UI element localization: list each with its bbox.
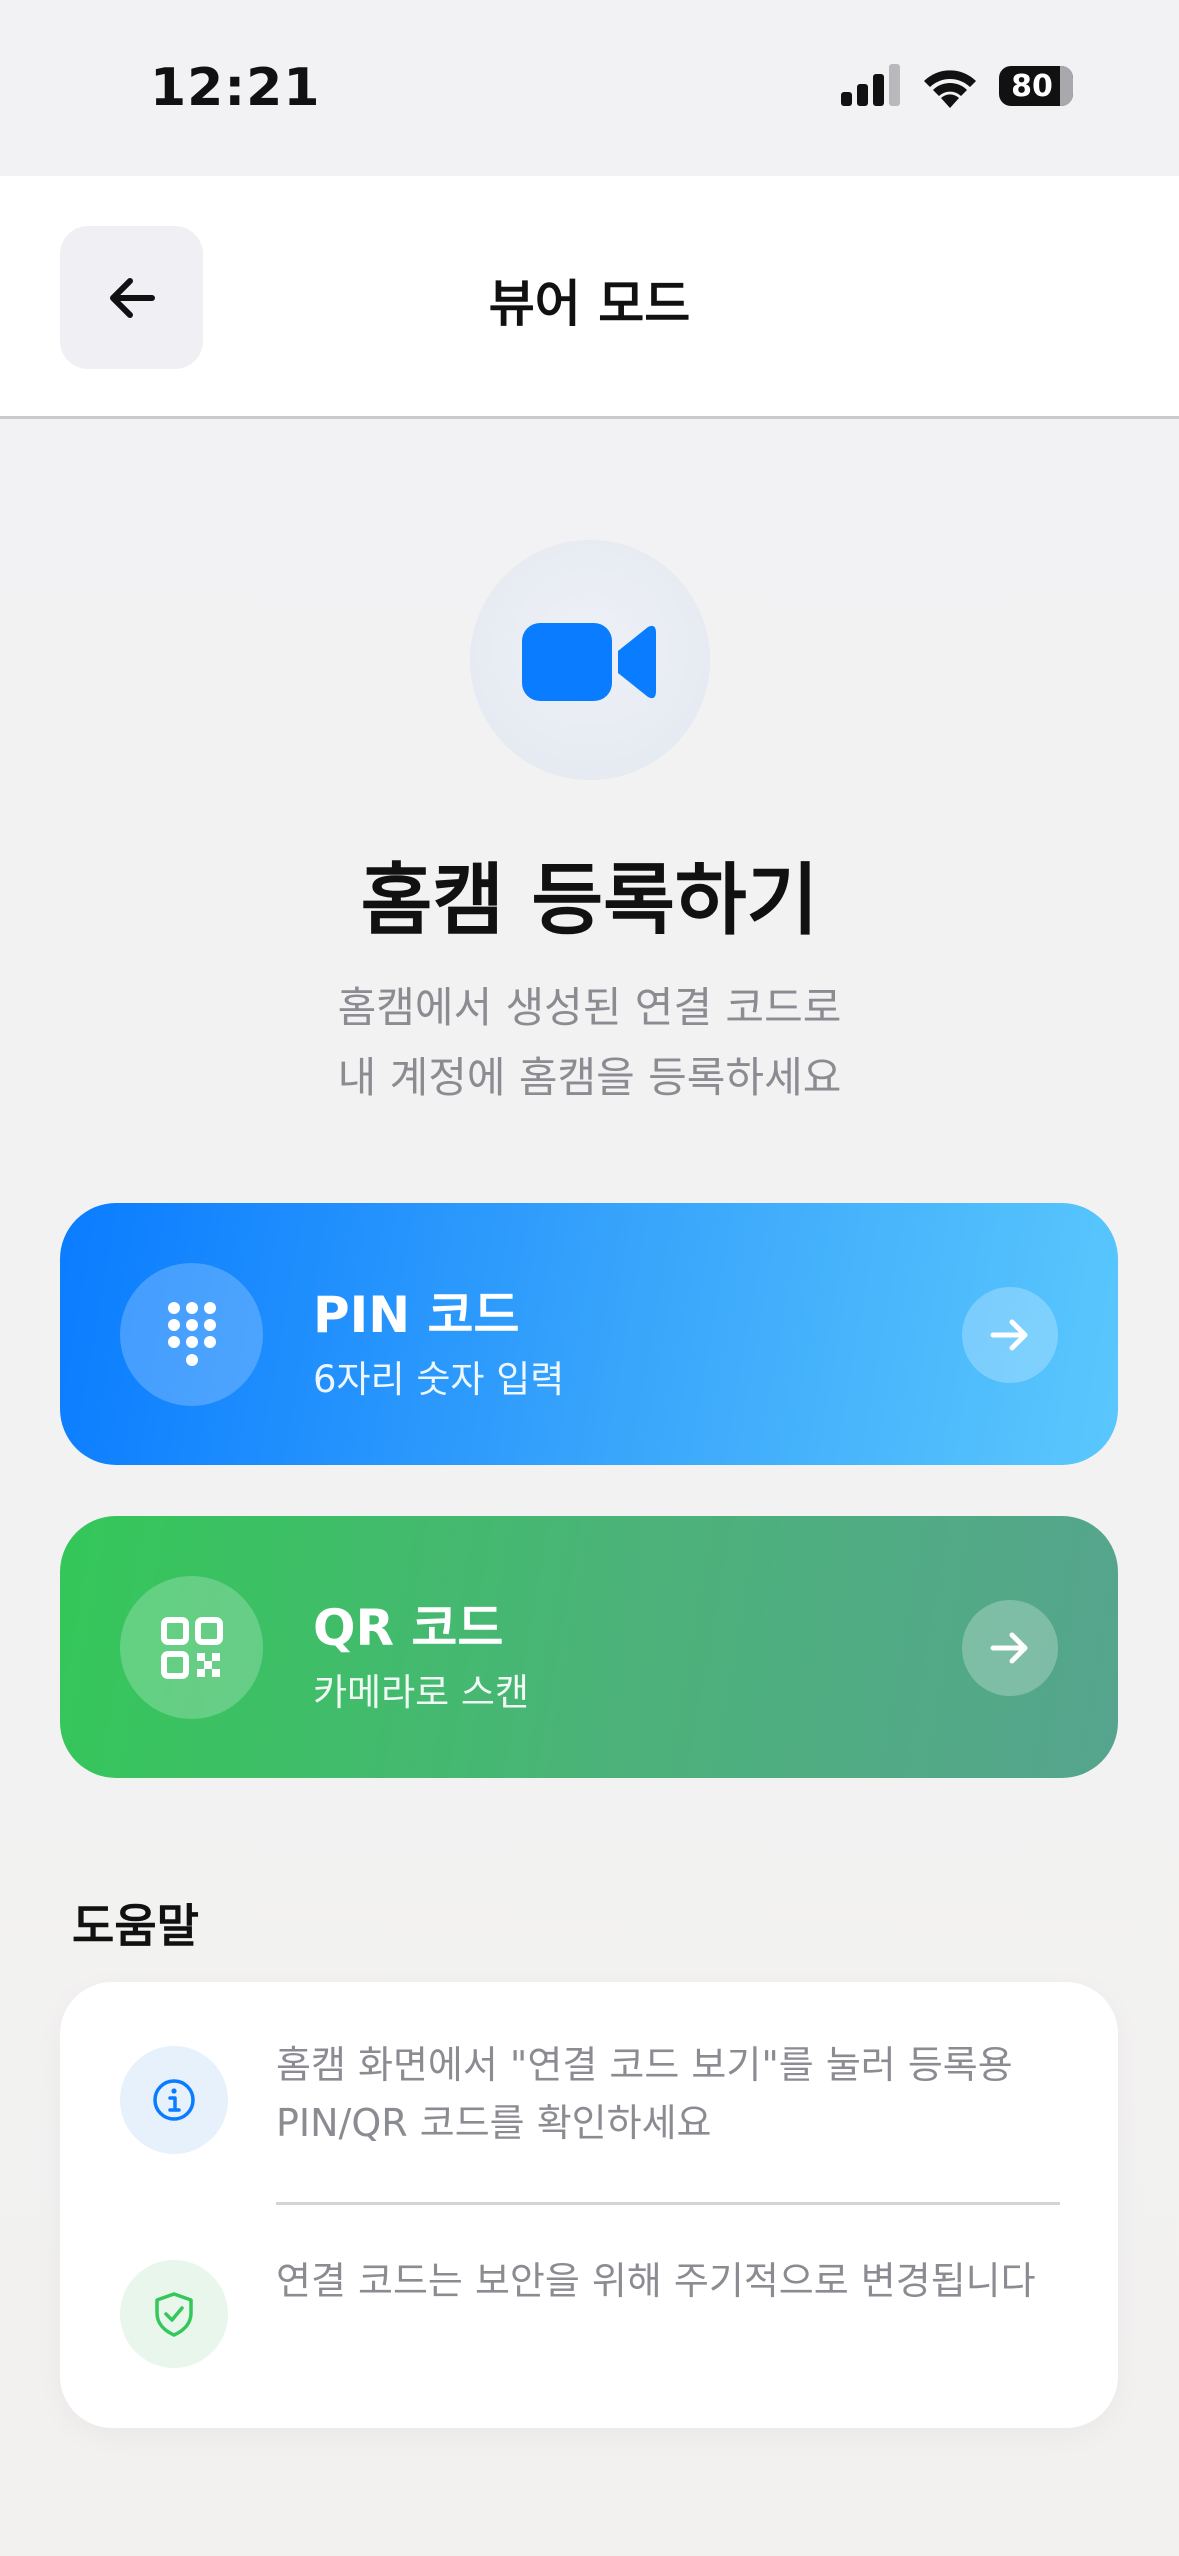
hero-subtitle-line2: 내 계정에 홈캠을 등록하세요 bbox=[337, 1053, 842, 1102]
qr-code-option[interactable]: QR 코드 카메라로 스캔 bbox=[60, 1516, 1118, 1778]
help-item-1: 홈캠 화면에서 "연결 코드 보기"를 눌러 등록용 PIN/QR 코드를 확인… bbox=[276, 2036, 1066, 2152]
help-item-2-line1: 연결 코드는 보안을 위해 주기적으로 변경됩니다 bbox=[276, 2259, 1036, 2303]
status-time: 12:21 bbox=[150, 58, 321, 118]
navigation-bar: 뷰어 모드 bbox=[0, 176, 1179, 419]
help-item-2: 연결 코드는 보안을 위해 주기적으로 변경됩니다 bbox=[276, 2252, 1066, 2310]
hero-subtitle-line1: 홈캠에서 생성된 연결 코드로 bbox=[337, 983, 842, 1032]
help-heading: 도움말 bbox=[72, 1899, 199, 1953]
arrow-right-icon bbox=[990, 1319, 1028, 1351]
qr-option-subtitle: 카메라로 스캔 bbox=[313, 1671, 530, 1714]
status-bar: 12:21 80 bbox=[0, 0, 1179, 176]
info-icon-circle bbox=[120, 2046, 228, 2154]
help-divider bbox=[276, 2202, 1060, 2205]
pin-option-title: PIN 코드 bbox=[313, 1286, 520, 1344]
wifi-icon bbox=[924, 70, 976, 108]
pin-icon-circle bbox=[120, 1263, 263, 1406]
help-item-1-line2: PIN/QR 코드를 확인하세요 bbox=[276, 2101, 712, 2145]
cellular-signal-icon bbox=[841, 64, 900, 106]
shield-icon-circle bbox=[120, 2260, 228, 2368]
keypad-icon bbox=[167, 1301, 216, 1366]
page-title: 뷰어 모드 bbox=[488, 275, 691, 333]
pin-code-option[interactable]: PIN 코드 6자리 숫자 입력 bbox=[60, 1203, 1118, 1465]
shield-check-icon bbox=[155, 2292, 193, 2337]
video-camera-icon bbox=[522, 623, 656, 701]
qr-arrow-button[interactable] bbox=[962, 1600, 1058, 1696]
qr-icon-circle bbox=[120, 1576, 263, 1719]
pin-option-subtitle: 6자리 숫자 입력 bbox=[313, 1358, 565, 1401]
qr-option-title: QR 코드 bbox=[313, 1599, 504, 1657]
battery-icon: 80 bbox=[999, 66, 1073, 106]
help-card: 홈캠 화면에서 "연결 코드 보기"를 눌러 등록용 PIN/QR 코드를 확인… bbox=[60, 1982, 1118, 2428]
pin-arrow-button[interactable] bbox=[962, 1287, 1058, 1383]
hero-icon-circle bbox=[470, 540, 710, 780]
info-icon bbox=[153, 2079, 195, 2121]
arrow-right-icon bbox=[990, 1632, 1028, 1664]
hero-title: 홈캠 등록하기 bbox=[360, 856, 819, 946]
qr-code-icon bbox=[160, 1616, 223, 1679]
help-item-1-line1: 홈캠 화면에서 "연결 코드 보기"를 눌러 등록용 bbox=[276, 2043, 1013, 2087]
battery-level: 80 bbox=[1011, 68, 1053, 104]
